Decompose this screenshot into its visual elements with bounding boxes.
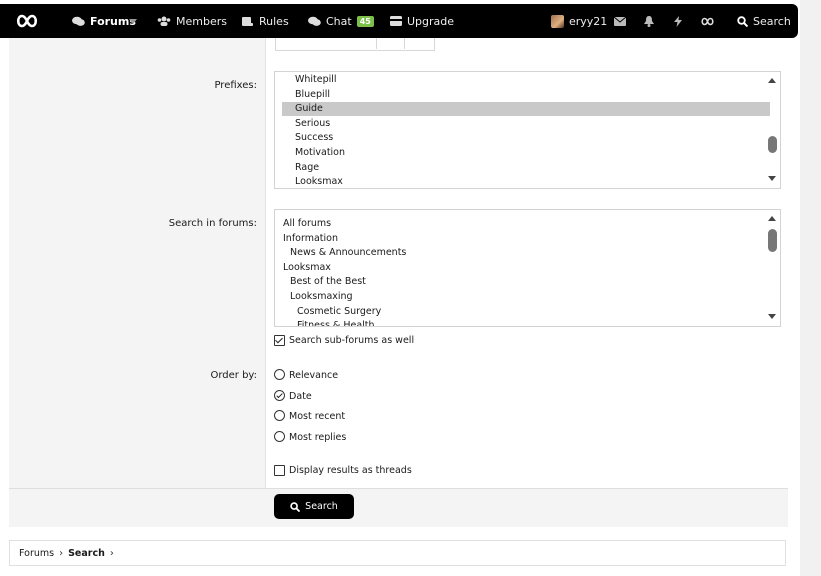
user-menu[interactable]: eryy21	[551, 4, 607, 38]
page-scrollbar[interactable]	[800, 0, 821, 576]
prefix-option[interactable]: Looksmax	[275, 175, 343, 188]
scroll-down-arrow-icon[interactable]	[768, 314, 776, 319]
chat-count-badge: 45	[356, 15, 374, 27]
nav-rules-label: Rules	[259, 14, 289, 28]
form-footer	[9, 488, 788, 527]
order-radio[interactable]	[274, 431, 285, 442]
subforums-checkbox[interactable]	[274, 335, 285, 346]
card-icon	[390, 16, 402, 26]
order-radio[interactable]	[274, 410, 285, 421]
scroll-down-arrow-icon[interactable]	[768, 176, 776, 181]
nav-rules[interactable]: Rules	[241, 4, 289, 38]
nav-upgrade[interactable]: Upgrade	[390, 4, 454, 38]
forum-option[interactable]: Cosmetic Surgery	[275, 305, 381, 319]
search-submit-label: Search	[305, 501, 338, 512]
prefix-option[interactable]: Whitepill	[275, 73, 337, 87]
search-submit-button[interactable]: Search	[274, 494, 354, 519]
search-icon	[290, 501, 301, 512]
prefix-option[interactable]: Bluepill	[275, 88, 330, 102]
users-icon	[157, 16, 171, 26]
threads-checkbox[interactable]	[274, 465, 285, 476]
prefixes-listbox[interactable]: Whitepill Bluepill Guide Serious Success Moti…	[274, 71, 781, 189]
order-by-label: Order by:	[210, 370, 257, 381]
nav-chat[interactable]: Chat 45	[308, 4, 374, 38]
envelope-icon[interactable]	[614, 4, 626, 38]
top-navbar: Forums Members Rules Chat 45 Upgrade ery…	[0, 4, 798, 38]
nav-search[interactable]: Search	[737, 4, 791, 38]
chat-icon	[308, 16, 321, 26]
forum-option[interactable]: All forums	[275, 217, 331, 231]
order-option-label[interactable]: Date	[289, 391, 312, 402]
bell-icon[interactable]	[644, 4, 654, 38]
chevron-right-icon: ›	[109, 547, 114, 559]
forums-scroll-thumb[interactable]	[768, 229, 777, 252]
forum-option[interactable]: Information	[275, 232, 338, 246]
forum-option[interactable]: Looksmax	[275, 261, 331, 275]
prefix-option[interactable]: Success	[275, 131, 333, 145]
infinity-icon[interactable]	[701, 4, 714, 38]
scroll-up-arrow-icon[interactable]	[768, 78, 776, 83]
nav-search-label: Search	[753, 14, 791, 28]
order-option-label[interactable]: Relevance	[289, 370, 338, 381]
username-label: eryy21	[569, 14, 608, 28]
forum-option[interactable]: Fitness & Health	[275, 319, 375, 326]
nav-upgrade-label: Upgrade	[407, 14, 455, 28]
order-option-label[interactable]: Most replies	[289, 432, 346, 443]
prefix-option[interactable]: Guide	[282, 102, 770, 117]
forums-label: Search in forums:	[168, 218, 257, 229]
breadcrumb: Forums › Search ›	[9, 540, 786, 566]
scroll-up-arrow-icon[interactable]	[768, 216, 776, 221]
chat-bubbles-icon	[72, 16, 85, 26]
order-option-label[interactable]: Most recent	[289, 411, 345, 422]
chevron-right-icon: ›	[59, 547, 64, 559]
forums-dropdown-icon[interactable]	[129, 4, 137, 38]
prefixes-scroll-thumb[interactable]	[768, 136, 777, 153]
forum-option[interactable]: Best of the Best	[275, 275, 366, 289]
prefixes-label: Prefixes:	[214, 80, 257, 91]
breadcrumb-search[interactable]: Search	[68, 548, 105, 559]
bolt-icon[interactable]	[674, 4, 682, 38]
avatar	[551, 14, 564, 28]
prefix-option[interactable]: Serious	[275, 117, 330, 131]
nav-members[interactable]: Members	[157, 4, 227, 38]
forums-listbox[interactable]: All forums Information News & Announcement…	[274, 209, 781, 327]
order-radio[interactable]	[274, 390, 285, 401]
threads-label[interactable]: Display results as threads	[289, 465, 412, 476]
subforums-label[interactable]: Search sub-forums as well	[289, 335, 414, 346]
nav-members-label: Members	[176, 14, 227, 28]
forum-option[interactable]: Looksmaxing	[275, 290, 353, 304]
prefix-option[interactable]: Rage	[275, 161, 319, 175]
nav-forums[interactable]: Forums	[72, 4, 136, 38]
infinity-logo-icon[interactable]	[16, 13, 38, 29]
scroll-icon	[242, 16, 253, 26]
search-icon	[737, 15, 748, 27]
order-radio[interactable]	[274, 369, 285, 380]
breadcrumb-forums[interactable]: Forums	[19, 548, 54, 559]
forum-option[interactable]: News & Announcements	[275, 246, 406, 260]
nav-chat-label: Chat	[326, 14, 352, 28]
prefix-option[interactable]: Motivation	[275, 146, 345, 160]
